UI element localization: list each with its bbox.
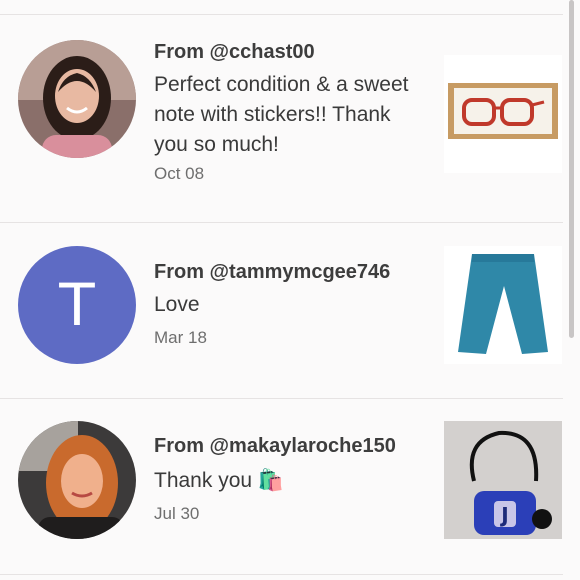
review-message: Love bbox=[154, 293, 200, 316]
review-message: Perfect condition & a sweet note with st… bbox=[154, 73, 409, 156]
user-photo-icon bbox=[18, 421, 136, 539]
review-date: Oct 08 bbox=[154, 164, 205, 183]
review-date: Mar 18 bbox=[154, 328, 207, 347]
teal-pants-icon bbox=[444, 246, 562, 364]
divider bbox=[0, 398, 563, 399]
review-from[interactable]: From @cchast00 bbox=[154, 40, 315, 64]
user-photo-icon bbox=[18, 40, 136, 158]
user-avatar[interactable]: T bbox=[18, 246, 136, 364]
user-avatar[interactable] bbox=[18, 421, 136, 539]
item-thumbnail[interactable] bbox=[444, 55, 562, 173]
review-message: Thank you 🛍️ bbox=[154, 469, 285, 492]
review-from[interactable]: From @tammymcgee746 bbox=[154, 260, 390, 284]
divider bbox=[0, 574, 563, 575]
item-thumbnail[interactable] bbox=[444, 246, 562, 364]
divider bbox=[0, 14, 563, 15]
user-avatar[interactable] bbox=[18, 40, 136, 158]
eyeglasses-box-icon bbox=[444, 55, 562, 173]
crossbody-bag-icon: J bbox=[444, 421, 562, 539]
svg-text:J: J bbox=[499, 503, 508, 527]
avatar-letter: T bbox=[59, 271, 95, 339]
item-thumbnail[interactable]: J bbox=[444, 421, 562, 539]
divider bbox=[0, 222, 563, 223]
review-date: Jul 30 bbox=[154, 504, 200, 523]
scrollbar[interactable] bbox=[569, 0, 574, 338]
review-from[interactable]: From @makaylaroche150 bbox=[154, 434, 396, 458]
reviews-list: From @cchast00 Perfect condition & a swe… bbox=[0, 0, 580, 580]
